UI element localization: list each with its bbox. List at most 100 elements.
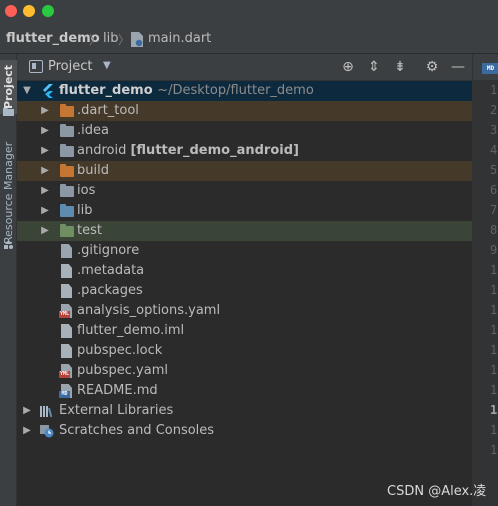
chevron-right-icon[interactable]: ▶	[39, 183, 51, 199]
chevron-down-icon[interactable]: ▼	[21, 83, 33, 99]
gear-icon[interactable]: ⚙	[423, 58, 441, 76]
hide-icon[interactable]: —	[449, 58, 467, 76]
line-number: 2	[490, 103, 498, 117]
line-number: 5	[490, 163, 498, 177]
tree-file-row[interactable]: .packages	[17, 281, 472, 301]
markdown-tab-badge: MD	[482, 63, 498, 74]
file-label: pubspec.yaml	[77, 363, 168, 378]
folder-label: ios	[77, 183, 96, 198]
tree-file-row[interactable]: .gitignore	[17, 241, 472, 261]
tree-folder-row[interactable]: ▶ lib	[17, 201, 472, 221]
folder-icon	[60, 184, 74, 197]
project-tree: ▼ flutter_demo ~/Desktop/flutter_demo ▶ …	[17, 81, 472, 506]
file-label: README.md	[77, 383, 158, 398]
line-number: 9	[490, 243, 498, 257]
file-label: .packages	[77, 283, 143, 298]
file-label: .gitignore	[77, 243, 140, 258]
line-number: 14	[490, 343, 498, 357]
left-tool-strip: Project Resource Manager	[0, 54, 17, 506]
tree-external-libraries-row[interactable]: ▶ External Libraries	[17, 401, 472, 421]
scratches-icon	[40, 425, 54, 438]
zoom-window-button[interactable]	[42, 5, 54, 17]
chevron-right-icon[interactable]: ▶	[21, 423, 33, 439]
tree-root-row[interactable]: ▼ flutter_demo ~/Desktop/flutter_demo	[17, 81, 472, 101]
line-number: 15	[490, 363, 498, 377]
breadcrumb-file[interactable]: main.dart	[148, 31, 211, 46]
settings-folder-icon	[60, 124, 74, 137]
folder-label: lib	[77, 203, 93, 218]
file-label: pubspec.lock	[77, 343, 163, 358]
tree-folder-row[interactable]: ▶ android [flutter_demo_android]	[17, 141, 472, 161]
minimize-window-button[interactable]	[23, 5, 35, 17]
chevron-right-icon: 〉	[118, 33, 131, 47]
resource-manager-tab[interactable]: Resource Manager	[0, 138, 17, 248]
editor-tab[interactable]: MD	[473, 54, 498, 81]
line-number: 19	[490, 443, 498, 457]
module-folder-icon	[60, 144, 74, 157]
excluded-folder-icon	[60, 164, 74, 177]
iml-file-icon	[61, 324, 72, 338]
chevron-right-icon[interactable]: ▶	[39, 123, 51, 139]
dart-file-icon	[131, 32, 143, 47]
locate-icon[interactable]: ⊕	[339, 58, 357, 76]
tree-root-label: flutter_demo ~/Desktop/flutter_demo	[59, 83, 314, 98]
text-file-icon	[61, 284, 72, 298]
excluded-folder-icon	[60, 104, 74, 117]
chevron-right-icon[interactable]: ▶	[39, 143, 51, 159]
tree-file-row[interactable]: YML pubspec.yaml	[17, 361, 472, 381]
source-folder-icon	[60, 204, 74, 217]
tree-file-row[interactable]: .metadata	[17, 261, 472, 281]
chevron-right-icon[interactable]: ▶	[39, 163, 51, 179]
chevron-right-icon[interactable]: ▶	[21, 403, 33, 419]
breadcrumb-folder[interactable]: lib	[103, 31, 118, 46]
yml-badge: YML	[59, 311, 70, 318]
close-window-button[interactable]	[5, 5, 17, 17]
line-number: 16	[490, 383, 498, 397]
gitignore-file-icon	[61, 244, 72, 258]
folder-label: test	[77, 223, 102, 238]
chevron-right-icon[interactable]: ▶	[39, 103, 51, 119]
line-number: 8	[490, 223, 498, 237]
project-path: ~/Desktop/flutter_demo	[157, 83, 314, 98]
chevron-right-icon: 〉	[89, 33, 102, 47]
project-panel-header: Project ▼ ⊕ ⇕ ⇟ ⚙ —	[17, 54, 472, 81]
tree-file-row[interactable]: MD README.md	[17, 381, 472, 401]
line-number: 4	[490, 143, 498, 157]
folder-label: .idea	[77, 123, 109, 138]
project-view-icon	[29, 60, 43, 73]
file-label: flutter_demo.iml	[77, 323, 185, 338]
project-tool-tab[interactable]: Project	[0, 60, 17, 114]
file-label: .metadata	[77, 263, 145, 278]
resource-manager-icon	[4, 240, 13, 249]
tree-scratches-row[interactable]: ▶ Scratches and Consoles	[17, 421, 472, 441]
line-number: 7	[490, 203, 498, 217]
md-badge: MD	[59, 391, 70, 398]
tree-folder-row[interactable]: ▶ .dart_tool	[17, 101, 472, 121]
line-number: 17	[490, 403, 498, 417]
tree-folder-row[interactable]: ▶ build	[17, 161, 472, 181]
text-file-icon	[61, 344, 72, 358]
window-titlebar	[0, 0, 498, 24]
folder-label: android [flutter_demo_android]	[77, 143, 299, 158]
chevron-down-icon[interactable]: ▼	[103, 60, 111, 71]
tree-folder-row[interactable]: ▶ ios	[17, 181, 472, 201]
folder-name: android	[77, 143, 127, 158]
line-number: 12	[490, 303, 498, 317]
line-number: 18	[490, 423, 498, 437]
tree-file-row[interactable]: YML analysis_options.yaml	[17, 301, 472, 321]
project-view-selector[interactable]: Project	[48, 59, 92, 74]
tree-folder-row[interactable]: ▶ test	[17, 221, 472, 241]
breadcrumb-project[interactable]: flutter_demo	[6, 31, 100, 46]
editor-gutter: MD 12345678910111213141516171819	[472, 54, 498, 506]
chevron-right-icon[interactable]: ▶	[39, 203, 51, 219]
line-number: 1	[490, 83, 498, 97]
tree-file-row[interactable]: flutter_demo.iml	[17, 321, 472, 341]
chevron-right-icon[interactable]: ▶	[39, 223, 51, 239]
tree-file-row[interactable]: pubspec.lock	[17, 341, 472, 361]
tree-folder-row[interactable]: ▶ .idea	[17, 121, 472, 141]
expand-all-icon[interactable]: ⇕	[365, 58, 383, 76]
folder-icon	[3, 108, 14, 116]
line-number: 6	[490, 183, 498, 197]
collapse-all-icon[interactable]: ⇟	[391, 58, 409, 76]
line-number: 11	[490, 283, 498, 297]
